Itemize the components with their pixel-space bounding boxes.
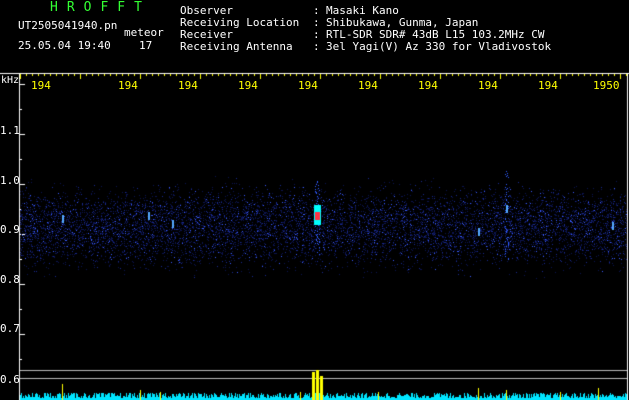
time-tick-label: 194 (418, 79, 438, 92)
hrofft-screen: HROFFT UT2505041940.pn meteor 25.05.04 1… (0, 0, 629, 400)
freq-label: 1.1 (0, 124, 20, 137)
antenna-value: 3el Yagi(V) Az 330 for Vladivostok (326, 40, 552, 53)
frequency-unit-label: kHz (1, 75, 20, 86)
freq-label: 0.7 (0, 322, 20, 335)
time-tick-label: 194 (478, 79, 498, 92)
observation-datetime: 25.05.04 19:40 (18, 39, 111, 52)
colon: : (313, 40, 320, 53)
time-tick-label: 194 (31, 79, 51, 92)
time-tick-label: 194 (358, 79, 378, 92)
freq-label: 0.9 (0, 223, 20, 236)
antenna-label: Receiving Antenna (180, 40, 293, 53)
freq-label: 0.8 (0, 273, 20, 286)
time-tick-label: 194 (178, 79, 198, 92)
file-name: UT2505041940.pn (18, 19, 118, 32)
spectrogram (0, 0, 629, 400)
time-tick-label: 194 (298, 79, 318, 92)
meteor-label: meteor (124, 26, 164, 39)
time-tick-label: 1950 (593, 79, 620, 92)
freq-label: 1.0 (0, 174, 20, 187)
time-tick-label: 194 (538, 79, 558, 92)
freq-label: 0.6 (0, 373, 20, 386)
app-brand: HROFFT (50, 0, 151, 15)
time-tick-label: 194 (118, 79, 138, 92)
meteor-count: 17 (139, 39, 153, 52)
time-tick-label: 194 (238, 79, 258, 92)
